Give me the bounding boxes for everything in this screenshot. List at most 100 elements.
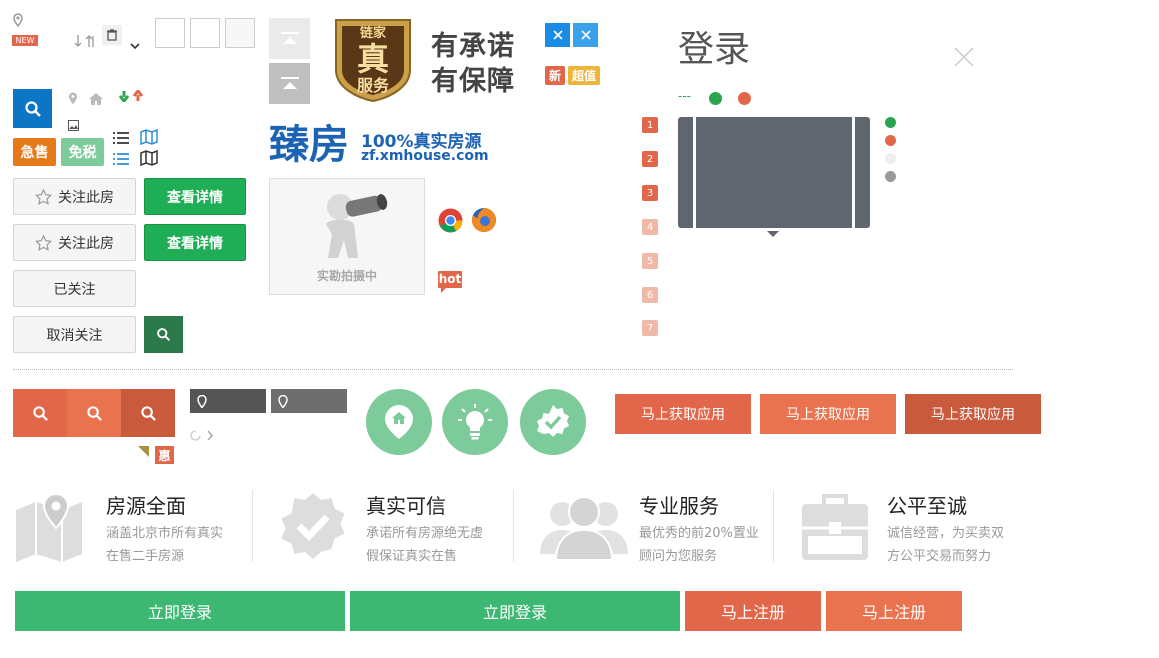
login-title: 登录	[678, 29, 751, 70]
image-slider-panel[interactable]	[678, 117, 870, 228]
get-app-button-1[interactable]: 马上获取应用	[615, 394, 751, 434]
view-details-label: 查看详情	[167, 189, 223, 206]
list-icon[interactable]	[112, 130, 130, 144]
verified-feature-icon	[278, 491, 348, 561]
number-badge-1[interactable]: 1	[642, 117, 658, 133]
trash-icon[interactable]	[102, 25, 122, 45]
view-details-button-2[interactable]: 查看详情	[144, 224, 246, 261]
briefcase-feature-icon	[800, 492, 870, 562]
slogan-line-2: 有保障	[431, 66, 515, 97]
feature-divider-1	[252, 490, 253, 562]
feature-divider-3	[773, 490, 774, 562]
follow-label: 关注此房	[58, 235, 114, 252]
checkbox-empty-2[interactable]	[190, 18, 220, 48]
close-button-blue-2[interactable]	[573, 23, 598, 47]
search-icon	[24, 100, 41, 117]
chrome-icon[interactable]	[438, 208, 463, 233]
feature-desc-1a: 涵盖北京市所有真实	[106, 526, 224, 541]
follow-label: 关注此房	[58, 189, 114, 206]
view-details-button-1[interactable]: 查看详情	[144, 178, 246, 215]
feature-desc-1b: 在售二手房源	[106, 549, 185, 564]
login-button-1[interactable]: 立即登录	[15, 591, 345, 631]
register-button-1[interactable]: 马上注册	[685, 591, 821, 631]
arrow-up-icon	[280, 31, 299, 44]
location-bar-dark[interactable]	[190, 389, 266, 413]
chevron-down-icon[interactable]	[129, 36, 141, 50]
new-tag: 新	[545, 66, 565, 85]
followed-button[interactable]: 已关注	[13, 270, 136, 307]
status-dot-green	[885, 117, 896, 128]
tax-free-tag: 免税	[61, 138, 104, 166]
green-dot[interactable]	[709, 92, 722, 105]
feature-desc-4b: 方公平交易而努力	[887, 549, 992, 564]
search-button-orange-3[interactable]	[121, 389, 175, 437]
close-button-blue-1[interactable]	[545, 23, 570, 47]
search-button-orange-1[interactable]	[13, 389, 67, 437]
location-pin-small-icon	[68, 90, 78, 105]
checkbox-empty-3[interactable]	[225, 18, 255, 48]
checkbox-empty-1[interactable]	[155, 18, 185, 48]
unfollow-label: 取消关注	[46, 327, 103, 344]
location-bar-gray[interactable]	[271, 389, 347, 413]
photo-caption: 实勘拍摄中	[316, 269, 377, 283]
close-icon	[552, 30, 563, 40]
new-badge: NEW	[12, 35, 38, 46]
arrow-up-icon	[280, 76, 299, 89]
map-icon[interactable]	[140, 149, 158, 167]
status-dot-light	[885, 153, 896, 164]
team-feature-icon	[540, 492, 628, 562]
back-to-top-button-1[interactable]	[269, 18, 310, 59]
super-value-tag: 超值	[568, 66, 600, 85]
brand-logo-name: 臻房	[269, 121, 349, 168]
verified-badge-circle[interactable]	[520, 389, 586, 455]
search-button[interactable]	[13, 89, 52, 128]
feature-desc-2a: 承诺所有房源绝无虚	[366, 526, 484, 541]
close-icon[interactable]	[953, 46, 975, 68]
refresh-icon[interactable]	[190, 426, 202, 441]
firefox-icon[interactable]	[471, 207, 497, 233]
search-icon	[140, 405, 156, 421]
status-dot-orange	[885, 135, 896, 146]
number-badge-4[interactable]: 4	[642, 219, 658, 235]
back-to-top-button-2[interactable]	[269, 63, 310, 104]
register-button-2[interactable]: 马上注册	[826, 591, 962, 631]
number-badge-5[interactable]: 5	[642, 253, 658, 269]
up-down-arrows-icon	[118, 87, 145, 104]
number-badge-6[interactable]: 6	[642, 287, 658, 303]
home-pin-circle[interactable]	[366, 389, 432, 455]
chevron-right-icon[interactable]	[206, 426, 214, 441]
unfollow-button[interactable]: 取消关注	[13, 316, 136, 353]
follow-house-button-1[interactable]: 关注此房	[13, 178, 136, 215]
feature-desc-3a: 最优秀的前20%置业	[639, 526, 759, 541]
list-icon-blue[interactable]	[112, 151, 130, 165]
search-icon	[157, 328, 171, 342]
sort-icon[interactable]	[74, 33, 96, 47]
follow-house-button-2[interactable]: 关注此房	[13, 224, 136, 261]
close-icon	[580, 30, 591, 40]
view-details-label: 查看详情	[167, 235, 223, 252]
get-app-button-2[interactable]: 马上获取应用	[760, 394, 896, 434]
login-dashes: ---	[678, 89, 691, 103]
location-pin-icon	[278, 395, 288, 408]
orange-dot[interactable]	[738, 92, 751, 105]
number-badge-7[interactable]: 7	[642, 320, 658, 336]
followed-label: 已关注	[53, 281, 96, 298]
lightbulb-circle[interactable]	[442, 389, 508, 455]
search-button-dark-green[interactable]	[144, 316, 183, 353]
hot-badge-label: hot	[438, 272, 462, 286]
lightbulb-icon	[458, 404, 492, 440]
slider-divider-left	[693, 117, 696, 228]
number-badge-2[interactable]: 2	[642, 151, 658, 167]
search-button-orange-2[interactable]	[67, 389, 121, 437]
get-app-button-3[interactable]: 马上获取应用	[905, 394, 1041, 434]
feature-title-2: 真实可信	[366, 494, 446, 518]
number-badge-3[interactable]: 3	[642, 185, 658, 201]
feature-desc-2b: 假保证真实在售	[366, 549, 458, 564]
slogan-line-1: 有承诺	[431, 31, 515, 62]
login-button-2[interactable]: 立即登录	[350, 591, 680, 631]
verified-badge-icon	[537, 405, 569, 437]
star-icon	[35, 234, 52, 251]
map-icon-blue[interactable]	[140, 128, 158, 146]
photographer-figure-icon	[326, 194, 388, 258]
brand-logo-url: zf.xmhouse.com	[361, 148, 489, 164]
